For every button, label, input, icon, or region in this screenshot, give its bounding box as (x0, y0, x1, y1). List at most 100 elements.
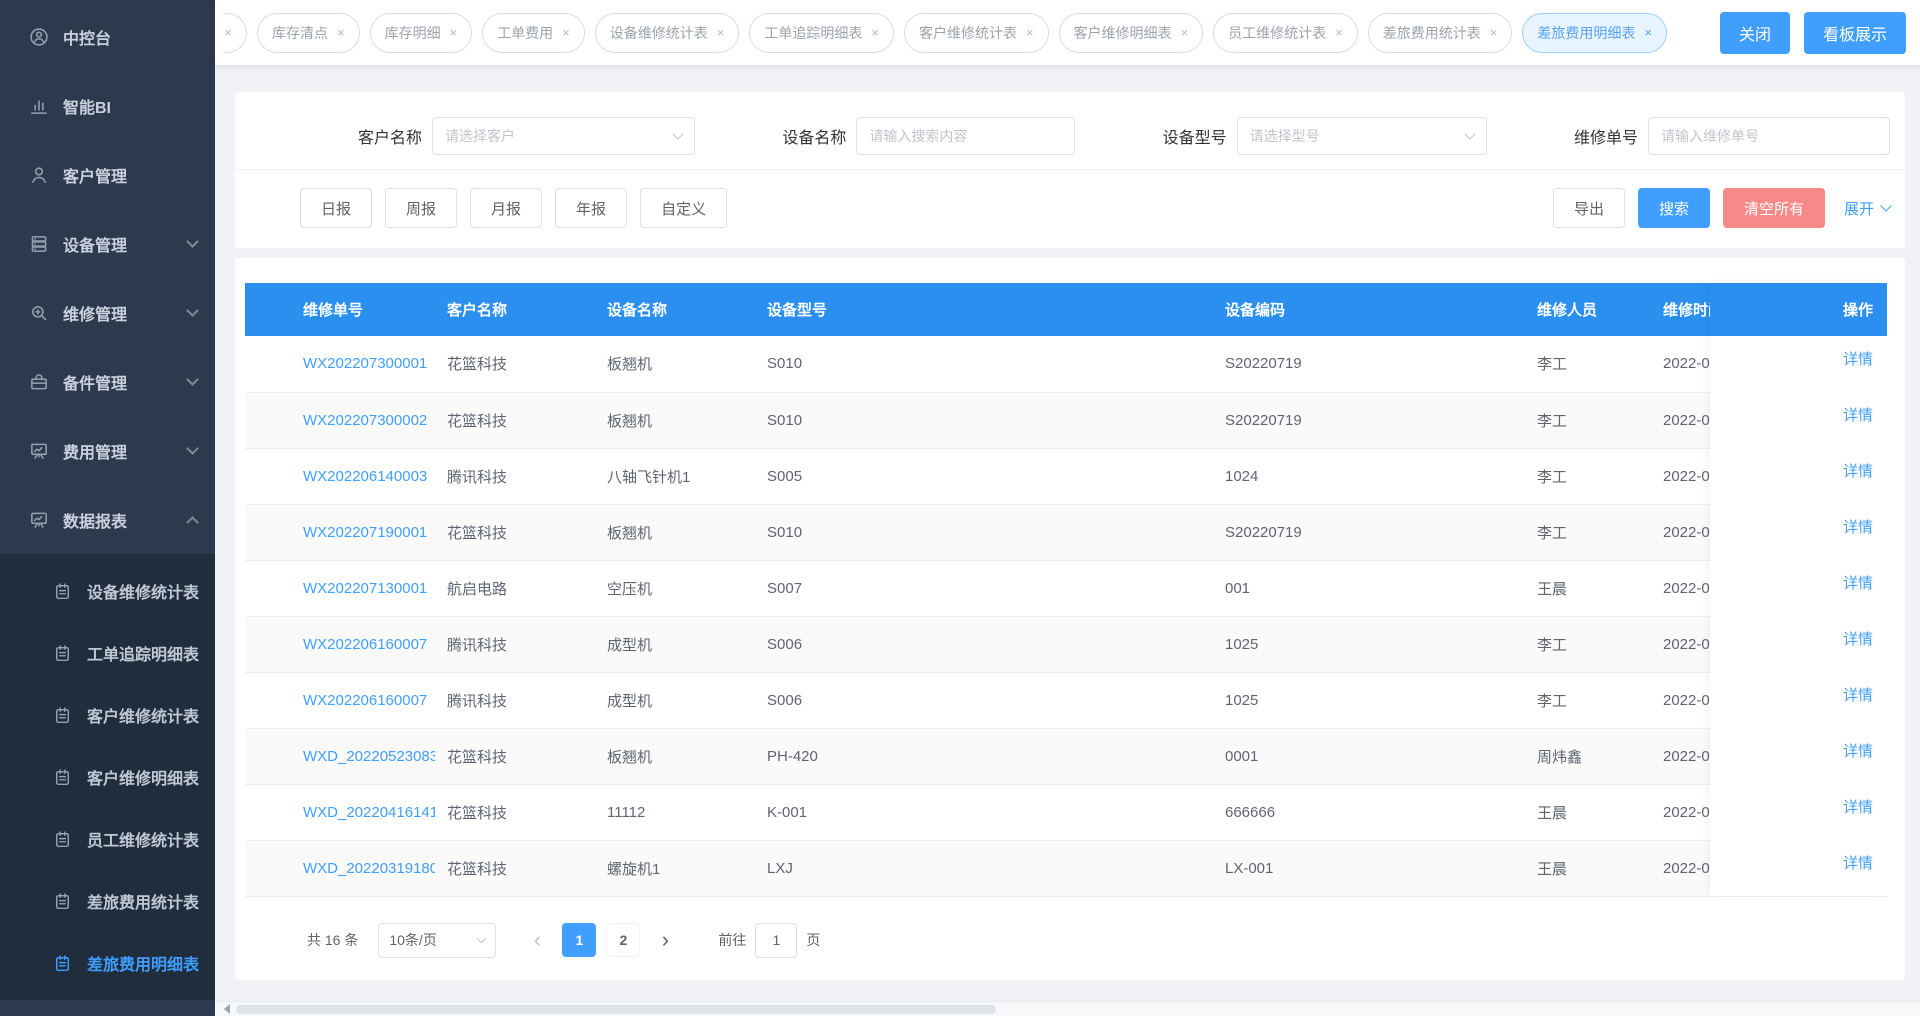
tab-label: 工单费用 (497, 24, 554, 41)
close-button[interactable]: 关闭 (1719, 11, 1790, 54)
cell-order[interactable]: WX202207130001 (245, 560, 435, 617)
cell-order[interactable]: WX202207190001 (245, 504, 435, 561)
tab-close-icon[interactable] (337, 26, 345, 39)
detail-link[interactable]: 详情 (1843, 740, 1873, 761)
filter-select-2[interactable]: 请选择型号 (1236, 117, 1487, 155)
sidebar-item-1[interactable]: 智能BI (0, 71, 215, 140)
tab-9[interactable]: 差旅费用统计表 (1367, 12, 1513, 53)
sidebar-subitem-0[interactable]: 设备维修统计表 (0, 560, 215, 622)
cell-device: 成型机 (595, 616, 755, 673)
detail-link[interactable]: 详情 (1843, 852, 1873, 873)
sidebar-subitem-label: 客户维修统计表 (87, 709, 200, 726)
detail-link[interactable]: 详情 (1843, 348, 1873, 369)
detail-link[interactable]: 详情 (1843, 516, 1873, 537)
export-button[interactable]: 导出 (1552, 188, 1625, 228)
horizontal-scrollbar[interactable] (215, 1001, 1920, 1016)
cell-order[interactable]: WX202206140003 (245, 448, 435, 505)
filter-label: 设备型号 (1162, 130, 1227, 147)
chevron-down-icon (672, 128, 684, 140)
sidebar-subitem-5[interactable]: 差旅费用统计表 (0, 870, 215, 932)
tab-1[interactable]: 库存清点 (257, 12, 360, 53)
period-button-4[interactable]: 自定义 (640, 188, 728, 228)
prev-page-button[interactable] (520, 923, 554, 957)
tab-close-icon[interactable] (1490, 26, 1498, 39)
tab-close-icon[interactable] (871, 26, 879, 39)
detail-link[interactable]: 详情 (1843, 684, 1873, 705)
tab-close-icon[interactable] (1644, 26, 1652, 39)
table-row: WX202207130001 航启电路 空压机 S007 001 王晨 2022-07 (245, 560, 1887, 617)
scroll-left-arrow-icon[interactable] (219, 1004, 230, 1014)
tab-close-icon[interactable] (562, 26, 570, 39)
cell-model: S006 (755, 672, 1213, 729)
tab-close-icon[interactable] (450, 26, 458, 39)
table-header-row: 维修单号 客户名称 设备名称 设备型号 设备编码 维修人员 维修时间 (245, 283, 1887, 336)
cell-order[interactable]: WXD_20220523083318102 (245, 728, 435, 785)
tab-close-icon[interactable] (1335, 26, 1343, 39)
detail-link[interactable]: 详情 (1843, 796, 1873, 817)
sidebar-subitem-4[interactable]: 员工维修统计表 (0, 808, 215, 870)
period-button-2[interactable]: 月报 (470, 188, 543, 228)
detail-link[interactable]: 详情 (1843, 628, 1873, 649)
scrollbar-thumb[interactable] (236, 1004, 996, 1014)
sidebar-subitem-1[interactable]: 工单追踪明细表 (0, 622, 215, 684)
cell-device: 螺旋机1 (595, 840, 755, 897)
sidebar-subitem-3[interactable]: 客户维修明细表 (0, 746, 215, 808)
tab-6[interactable]: 客户维修统计表 (903, 12, 1049, 53)
cell-order[interactable]: WX202207300002 (245, 392, 435, 449)
period-button-1[interactable]: 周报 (385, 188, 458, 228)
sidebar-item-6[interactable]: 费用管理 (0, 416, 215, 485)
cell-model: K-001 (755, 784, 1213, 841)
tab-8[interactable]: 员工维修统计表 (1213, 12, 1358, 53)
cell-customer: 花篮科技 (435, 784, 595, 841)
tab-3[interactable]: 工单费用 (482, 12, 585, 53)
period-button-3[interactable]: 年报 (555, 188, 628, 228)
page-number-1[interactable]: 1 (562, 923, 597, 957)
period-button-0[interactable]: 日报 (300, 188, 373, 228)
action-cell: 详情 (1710, 840, 1887, 896)
column-header-1: 客户名称 (435, 283, 595, 336)
clear-all-button[interactable]: 清空所有 (1722, 188, 1825, 228)
tab-2[interactable]: 库存明细 (369, 12, 473, 53)
action-cell: 详情 (1710, 672, 1887, 728)
filter-select-0[interactable]: 请选择客户 (432, 117, 696, 155)
sidebar-item-0[interactable]: 中控台 (0, 2, 215, 71)
action-cell: 详情 (1710, 616, 1887, 672)
page-number-2[interactable]: 2 (606, 923, 641, 957)
sidebar-item-5[interactable]: 备件管理 (0, 347, 215, 416)
tab-label: 差旅费用明细表 (1537, 24, 1636, 41)
tab-close-icon[interactable] (1026, 26, 1034, 39)
board-display-button[interactable]: 看板展示 (1803, 11, 1906, 54)
sidebar-subitem-6[interactable]: 差旅费用明细表 (0, 932, 215, 994)
filter-input-1[interactable] (856, 117, 1076, 155)
cell-customer: 腾讯科技 (435, 616, 595, 673)
cell-order[interactable]: WX202206160007 (245, 616, 435, 673)
cell-order[interactable]: WXD_20220319180549255 (245, 840, 435, 897)
search-button[interactable]: 搜索 (1637, 188, 1710, 228)
chevron-up-icon (186, 516, 199, 529)
sidebar-item-2[interactable]: 客户管理 (0, 140, 215, 209)
sidebar-subitem-2[interactable]: 客户维修统计表 (0, 684, 215, 746)
detail-link[interactable]: 详情 (1843, 404, 1873, 425)
sidebar-item-3[interactable]: 设备管理 (0, 209, 215, 278)
tab-close-icon[interactable] (224, 26, 232, 39)
cell-device: 成型机 (595, 672, 755, 729)
page-size-select[interactable]: 10条/页 (378, 922, 497, 958)
detail-link[interactable]: 详情 (1843, 572, 1873, 593)
filter-input-3[interactable] (1648, 117, 1890, 155)
tab-close-icon[interactable] (1181, 26, 1189, 39)
next-page-button[interactable] (648, 923, 682, 957)
goto-page-input[interactable] (755, 922, 798, 958)
sidebar-item-4[interactable]: 维修管理 (0, 278, 215, 347)
tab-10[interactable]: 差旅费用明细表 (1522, 12, 1667, 53)
cell-order[interactable]: WX202206160007 (245, 672, 435, 729)
cell-order[interactable]: WXD_20220416141452976 (245, 784, 435, 841)
detail-link[interactable]: 详情 (1843, 460, 1873, 481)
tab-4[interactable]: 设备维修统计表 (594, 12, 740, 53)
tab-0[interactable] (223, 12, 247, 53)
tab-5[interactable]: 工单追踪明细表 (749, 12, 894, 53)
sidebar-item-7[interactable]: 数据报表 (0, 485, 215, 554)
expand-toggle[interactable]: 展开 (1844, 198, 1892, 219)
tab-close-icon[interactable] (717, 26, 725, 39)
tab-7[interactable]: 客户维修明细表 (1058, 12, 1204, 53)
cell-order[interactable]: WX202207300001 (245, 336, 435, 393)
